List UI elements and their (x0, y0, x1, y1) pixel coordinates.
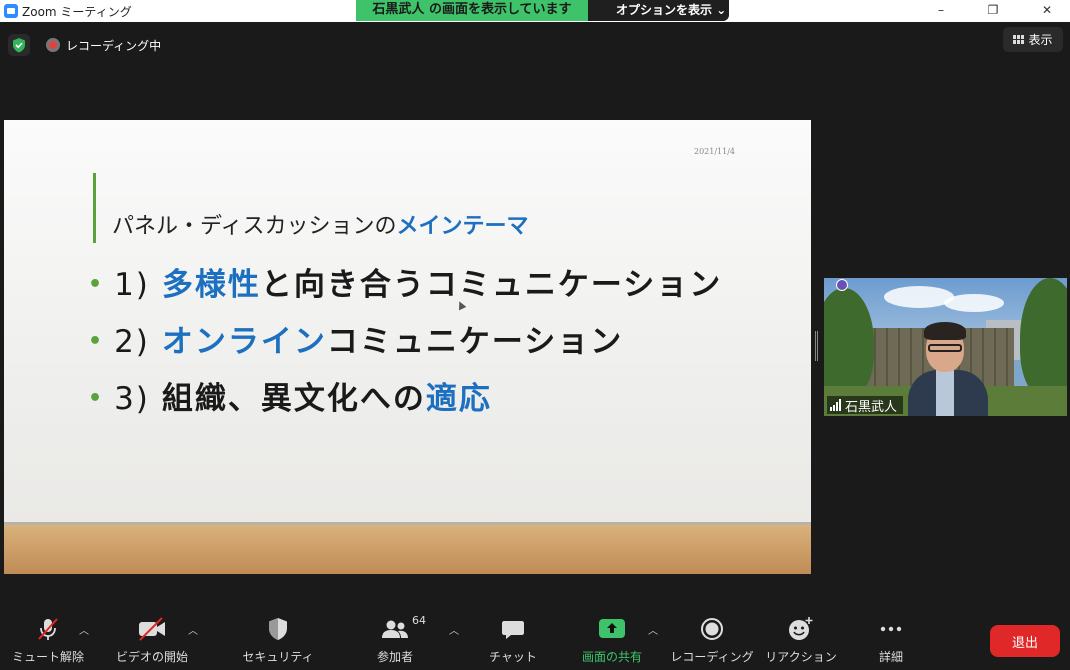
slide-item-3: • 3) 組織、異文化への適応 (88, 373, 492, 418)
participants-options-caret-icon[interactable]: ︿ (449, 622, 459, 637)
slide-item-text: コミュニケーション (326, 324, 624, 360)
restore-button[interactable]: ❐ (970, 0, 1016, 22)
audio-options-caret-icon[interactable]: ︿ (79, 622, 89, 637)
record-label: レコーディング (670, 650, 754, 664)
reaction-smiley-icon (786, 616, 816, 642)
participants-icon: 64 (380, 614, 426, 642)
mute-label: ミュート解除 (12, 650, 85, 664)
slide-item-text: 組織、異文化への (161, 381, 426, 417)
recording-dot-icon (46, 38, 60, 52)
window-title: Zoom ミーティング (22, 5, 132, 19)
bullet-icon: • (88, 329, 105, 354)
slide-item-number: 2) (114, 324, 150, 360)
recording-label: レコーディング中 (66, 38, 162, 53)
slide-item-highlight: 多様性 (161, 267, 261, 303)
share-screen-button[interactable]: 画面の共有 (576, 616, 648, 666)
view-label: 表示 (1028, 33, 1053, 47)
reactions-label: リアクション (765, 650, 837, 664)
chevron-down-icon: ⌄ (716, 3, 727, 17)
encryption-shield-icon[interactable] (8, 34, 30, 56)
more-label: 詳細 (878, 650, 903, 664)
slide-item-1: • 1) 多様性と向き合うコミュニケーション (88, 259, 722, 304)
security-label: セキュリティ (242, 650, 314, 664)
recording-indicator[interactable]: レコーディング中 (46, 36, 161, 54)
close-window-button[interactable]: ✕ (1024, 0, 1070, 22)
cloud-shape (884, 286, 954, 308)
slide-item-number: 1) (114, 267, 150, 303)
slide-title: パネル・ディスカッションのメインテーマ (112, 208, 528, 240)
meeting-toolbar: ミュート解除 ︿ ビデオの開始 ︿ セキュリティ 64 参加者 ︿ チャット 画… (0, 608, 1070, 670)
slide-item-2: • 2) オンラインコミュニケーション (88, 316, 623, 361)
panel-splitter-handle[interactable] (815, 331, 818, 361)
more-dots-icon (876, 616, 906, 642)
slide-title-highlight: メインテーマ (396, 214, 529, 239)
bullet-icon: • (88, 386, 105, 411)
slide-date: 2021/11/4 (694, 147, 736, 156)
mute-button[interactable]: ミュート解除 (12, 616, 84, 666)
reactions-button[interactable]: リアクション (765, 616, 837, 666)
participants-count: 64 (412, 614, 426, 627)
chat-label: チャット (489, 650, 537, 664)
slide-title-plain: パネル・ディスカッションの (112, 214, 397, 239)
share-options-caret-icon[interactable]: ︿ (648, 622, 658, 637)
video-options-caret-icon[interactable]: ︿ (188, 622, 198, 637)
slide-item-highlight: 適応 (425, 381, 492, 417)
signal-strength-icon (830, 399, 841, 411)
chat-button[interactable]: チャット (488, 616, 538, 666)
slide-wood-floor (4, 522, 811, 574)
record-icon (697, 616, 727, 642)
security-button[interactable]: セキュリティ (242, 616, 314, 666)
view-options-label: オプションを表示 (616, 3, 713, 17)
video-camera-off-icon (137, 616, 167, 642)
more-button[interactable]: 詳細 (870, 616, 912, 666)
slide-item-highlight: オンライン (161, 324, 327, 360)
host-badge-icon (836, 279, 848, 291)
slide-item-text: と向き合うコミュニケーション (260, 267, 723, 303)
start-video-label: ビデオの開始 (115, 650, 188, 664)
slide-item-number: 3) (114, 381, 150, 417)
security-shield-icon (263, 616, 293, 642)
participant-name: 石黒武人 (845, 399, 898, 415)
participant-name-tag: 石黒武人 (827, 396, 904, 415)
slide-title-accent-bar (93, 173, 96, 243)
participant-hair (924, 322, 966, 340)
chat-bubble-icon (498, 616, 528, 642)
view-layout-button[interactable]: 表示 (1003, 27, 1063, 52)
shared-screen-slide: 2021/11/4 パネル・ディスカッションのメインテーマ • 1) 多様性と向き合… (4, 120, 811, 574)
record-button[interactable]: レコーディング (670, 616, 754, 666)
participant-video-tile[interactable]: 石黒武人 (824, 278, 1067, 416)
zoom-logo-icon (4, 4, 18, 18)
participants-button[interactable]: 64 参加者 (368, 614, 426, 666)
share-screen-icon (597, 616, 627, 642)
bullet-icon: • (88, 272, 105, 297)
participant-glasses (928, 344, 962, 352)
microphone-muted-icon (33, 616, 63, 642)
participants-label: 参加者 (376, 650, 413, 664)
screen-share-banner: 石黒武人 の画面を表示しています (356, 0, 588, 21)
start-video-button[interactable]: ビデオの開始 (114, 616, 190, 666)
share-screen-label: 画面の共有 (581, 650, 642, 664)
participant-shirt (936, 370, 954, 416)
minimize-button[interactable]: – (918, 0, 964, 22)
view-options-button[interactable]: オプションを表示 ⌄ (588, 0, 729, 21)
cloud-shape (944, 294, 1004, 312)
leave-meeting-button[interactable]: 退出 (990, 625, 1060, 657)
grid-view-icon (1013, 35, 1025, 44)
